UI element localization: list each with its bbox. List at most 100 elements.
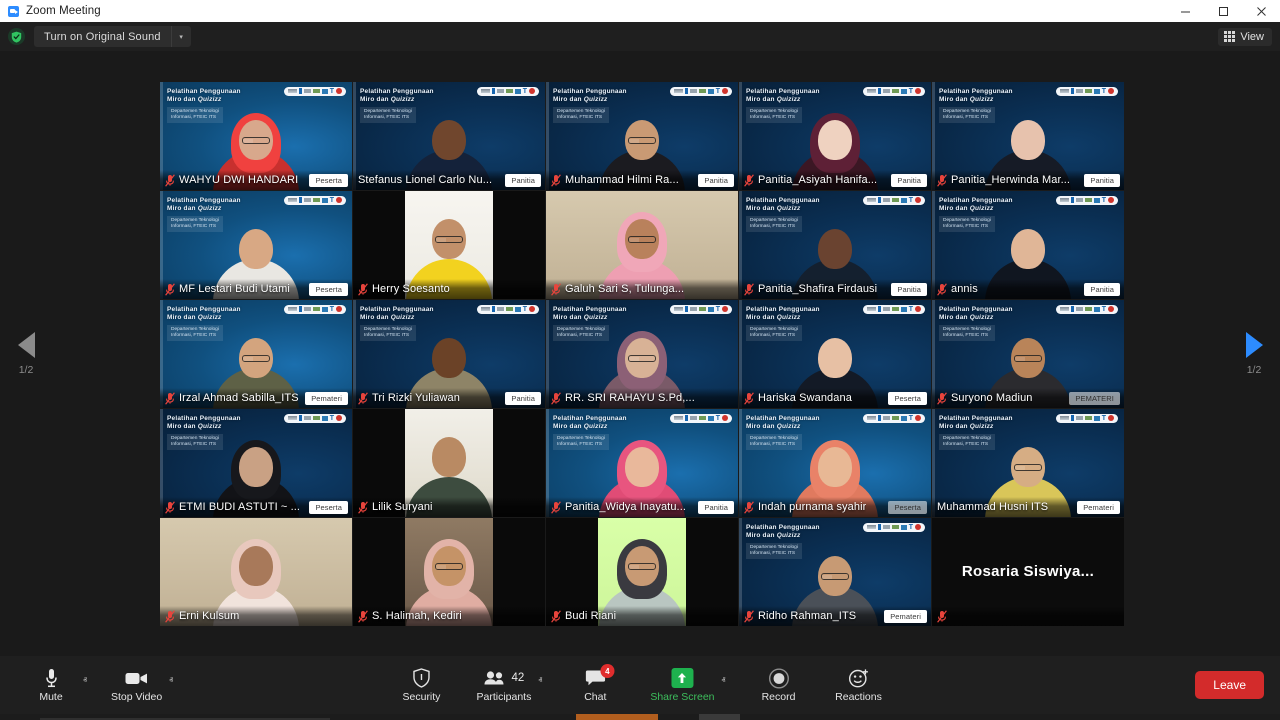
participant-role-badge: Panitia [1084,174,1120,187]
next-page-button[interactable]: 1/2 [1228,51,1280,656]
muted-microphone-icon [165,283,175,295]
participant-name: Lilik Suryani [372,501,433,513]
participant-tile[interactable]: Lilik Suryani [353,409,545,517]
participant-tile[interactable]: Pelatihan PenggunaanMiro dan QuizizzDepa… [353,300,545,408]
start-button[interactable] [0,714,40,720]
muted-microphone-icon [165,610,175,622]
participants-control-group: 42 Participants ⱏ [472,667,544,703]
muted-microphone-icon [358,392,368,404]
close-icon[interactable] [1242,0,1280,22]
participant-tile[interactable]: Pelatihan PenggunaanMiro dan QuizizzDepa… [160,82,352,190]
meeting-toolbar: Mute ⱏ Stop Video ⱏ Security [0,656,1280,714]
muted-microphone-icon [744,283,754,295]
participant-name: Herry Soesanto [372,283,450,295]
reactions-label: Reactions [835,691,882,703]
participant-tile[interactable]: Galuh Sari S, Tulunga... [546,191,738,299]
zoom-app[interactable] [699,714,740,720]
opera-app[interactable] [535,714,576,720]
video-camera-icon [125,667,149,689]
participant-tile[interactable]: Pelatihan PenggunaanMiro dan QuizizzDepa… [739,409,931,517]
participants-options-caret[interactable]: ⱏ [536,674,544,688]
security-button[interactable]: Security [392,667,450,703]
participant-tile[interactable]: Pelatihan PenggunaanMiro dan QuizizzDepa… [546,82,738,190]
chat-button[interactable]: 4 Chat [566,667,624,703]
muted-microphone-icon [744,610,754,622]
participant-role-badge: Panitia [1084,283,1120,296]
participant-name: Tri Rizki Yuliawan [372,392,460,404]
participant-tile[interactable]: Rosaria Siswiya... [932,518,1124,626]
share-options-caret[interactable]: ⱏ [720,674,728,688]
participant-role-badge: PEMATERI [1069,392,1120,405]
participant-role-badge: Panitia [505,174,541,187]
participant-tile[interactable]: Pelatihan PenggunaanMiro dan QuizizzDepa… [739,300,931,408]
stop-video-button[interactable]: Stop Video [107,667,166,703]
participant-tile[interactable]: Pelatihan PenggunaanMiro dan QuizizzDepa… [932,82,1124,190]
people-icon: 42 [484,667,525,689]
original-sound-control[interactable]: Turn on Original Sound ▾ [34,26,191,47]
participant-namebar: Budi Riani [546,606,738,626]
participant-tile[interactable]: Pelatihan PenggunaanMiro dan QuizizzDepa… [353,82,545,190]
leave-button[interactable]: Leave [1195,671,1264,699]
participant-name: Irzal Ahmad Sabilla_ITS [179,392,299,404]
record-button[interactable]: Record [750,667,808,703]
chat-label: Chat [584,691,606,703]
minimize-icon[interactable] [1166,0,1204,22]
participant-name: Ridho Rahman_ITS [758,610,856,622]
participant-tile[interactable]: Pelatihan PenggunaanMiro dan QuizizzDepa… [739,82,931,190]
video-options-caret[interactable]: ⱏ [167,674,175,688]
security-label: Security [403,691,441,703]
participant-tile[interactable]: Pelatihan PenggunaanMiro dan QuizizzDepa… [932,300,1124,408]
muted-microphone-icon [551,392,561,404]
participant-tile[interactable]: Budi Riani [546,518,738,626]
shield-check-icon[interactable] [8,28,25,45]
share-screen-button[interactable]: Share Screen [646,667,718,703]
participant-tile[interactable]: Herry Soesanto [353,191,545,299]
participant-name: ETMI BUDI ASTUTI ~ ... [179,501,300,513]
participant-tile[interactable]: Erni Kulsum [160,518,352,626]
grid-icon [1224,31,1235,42]
video-control-group: Stop Video ⱏ [107,667,175,703]
participant-tile[interactable]: Pelatihan PenggunaanMiro dan QuizizzDepa… [546,300,738,408]
participant-role-badge: Pemateri [1077,501,1120,514]
spotify-app[interactable] [412,714,453,720]
microphone-icon [44,667,59,689]
share-control-group: Share Screen ⱏ [646,667,727,703]
muted-microphone-icon [358,283,368,295]
participant-tile[interactable]: Pelatihan PenggunaanMiro dan QuizizzDepa… [546,409,738,517]
chrome-app[interactable] [494,714,535,720]
participant-tile[interactable]: S. Halimah, Kediri [353,518,545,626]
view-button[interactable]: View [1218,28,1272,46]
participant-tile[interactable]: Pelatihan PenggunaanMiro dan QuizizzDepa… [739,518,931,626]
sticky-notes-app[interactable] [576,714,617,720]
participant-name: Erni Kulsum [179,610,239,622]
record-circle-icon [768,667,789,689]
participant-tile[interactable]: Pelatihan PenggunaanMiro dan QuizizzDepa… [160,409,352,517]
cortana-circle-icon[interactable] [330,714,370,720]
participant-role-badge: Peserta [309,501,348,514]
page-indicator-left: 1/2 [19,364,34,376]
shield-icon [412,667,430,689]
participant-tile[interactable]: Pelatihan PenggunaanMiro dan QuizizzDepa… [739,191,931,299]
participant-tile[interactable]: Pelatihan PenggunaanMiro dan QuizizzDepa… [932,191,1124,299]
participant-tile[interactable]: Pelatihan PenggunaanMiro dan QuizizzDepa… [160,191,352,299]
participant-tile[interactable]: Pelatihan PenggunaanMiro dan QuizizzDepa… [160,300,352,408]
original-sound-caret[interactable]: ▾ [171,26,191,47]
file-explorer-app[interactable] [453,714,494,720]
participant-role-badge: Peserta [888,392,927,405]
participant-role-badge: Peserta [309,174,348,187]
muted-microphone-icon [744,501,754,513]
reactions-button[interactable]: Reactions [830,667,888,703]
participants-button[interactable]: 42 Participants [472,667,535,703]
mute-button[interactable]: Mute [22,667,80,703]
browser-app[interactable] [658,714,699,720]
maximize-icon[interactable] [1204,0,1242,22]
participant-role-badge: Peserta [309,283,348,296]
audio-options-caret[interactable]: ⱏ [81,674,89,688]
participant-tile[interactable]: Pelatihan PenggunaanMiro dan QuizizzDepa… [932,409,1124,517]
record-label: Record [762,691,796,703]
task-view-icon[interactable] [370,714,410,720]
chat-unread-badge: 4 [600,664,614,678]
previous-page-button[interactable]: 1/2 [0,51,52,656]
line-app[interactable]: LINE [617,714,658,720]
gallery-stage: 1/2 Pelatihan PenggunaanMiro dan Quizizz… [0,51,1280,656]
